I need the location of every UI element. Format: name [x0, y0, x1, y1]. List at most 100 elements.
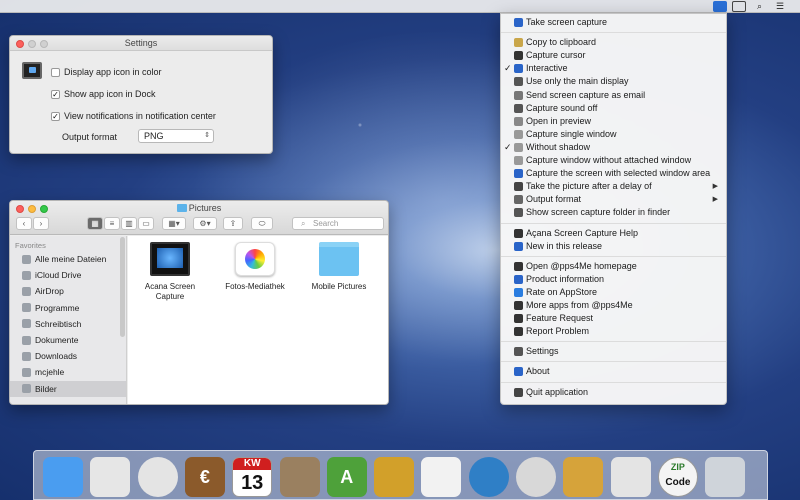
sidebar-item-icloud-drive[interactable]: iCloud Drive	[10, 267, 126, 283]
info-icon	[514, 274, 523, 284]
sidebar-item-dokumente[interactable]: Dokumente	[10, 332, 126, 348]
menu-item-without-shadow[interactable]: ✓ Without shadow	[501, 141, 726, 154]
files-icon	[22, 254, 31, 264]
menu-item-capture-window-without-attached-window[interactable]: Capture window without attached window	[501, 154, 726, 167]
sidebar-item-airdrop[interactable]: AirDrop	[10, 283, 126, 299]
sidebar-item-schreibtisch[interactable]: Schreibtisch	[10, 316, 126, 332]
menu-item-more-apps-from-pps4me[interactable]: More apps from @pps4Me	[501, 299, 726, 312]
cursor-icon	[514, 301, 523, 310]
menu-item-capture-sound-off[interactable]: Capture sound off	[501, 102, 726, 115]
globe-icon[interactable]	[468, 457, 509, 497]
preview-icon	[514, 116, 523, 126]
menu-item-label: Feature Request	[526, 313, 594, 324]
menu-item-interactive[interactable]: ✓ Interactive	[501, 62, 726, 75]
sidebar-heading: Favorites	[15, 241, 46, 250]
menu-item-take-screen-capture[interactable]: Take screen capture	[501, 16, 726, 29]
list-icon[interactable]: ☰	[776, 1, 784, 12]
sidebar-scrollbar[interactable]	[120, 237, 125, 337]
menu-item-product-information[interactable]: Product information	[501, 273, 726, 286]
finder-icon[interactable]	[43, 457, 83, 497]
menu-item-take-the-picture-after-a-delay-of[interactable]: Take the picture after a delay of ▶	[501, 180, 726, 193]
menu-item-output-format[interactable]: Output format ▶	[501, 193, 726, 206]
menu-separator	[501, 32, 726, 34]
email-icon	[514, 90, 523, 100]
share-button[interactable]: ⇪	[223, 217, 243, 230]
menu-item-feature-request[interactable]: Feature Request	[501, 312, 726, 325]
option-view-notifications[interactable]: ✓ View notifications in notification cent…	[51, 110, 216, 122]
menu-item-settings[interactable]: Settings	[501, 345, 726, 358]
coverflow-view-button[interactable]: ▭	[138, 217, 154, 230]
hammer-icon[interactable]	[374, 457, 415, 497]
menu-item-capture-single-window[interactable]: Capture single window	[501, 128, 726, 141]
disk-icon[interactable]	[732, 1, 746, 12]
trash-icon[interactable]	[705, 457, 746, 497]
house-label: €	[199, 467, 210, 487]
watch-icon[interactable]	[516, 457, 556, 497]
tags-button[interactable]: ⬭	[251, 217, 273, 230]
back-button[interactable]: ‹	[16, 217, 32, 230]
search-icon: ⌕	[301, 219, 306, 228]
menu-item-a-ana-screen-capture-help[interactable]: Açana Screen Capture Help	[501, 227, 726, 240]
sidebar-item-alle-meine-dateien[interactable]: Alle meine Dateien	[10, 251, 126, 267]
sidebar-item-bilder[interactable]: Bilder	[10, 380, 126, 397]
menu-item-label: About	[526, 366, 550, 377]
menu-item-label: Quit application	[526, 386, 589, 397]
column-view-button[interactable]: ▥	[121, 217, 137, 230]
house-icon[interactable]: €	[184, 457, 225, 497]
menu-item-report-problem[interactable]: Report Problem	[501, 325, 726, 338]
calendar-week-icon[interactable]: KW 13	[232, 457, 273, 497]
forward-button[interactable]: ›	[33, 217, 49, 230]
file-item-acana-screen-capture[interactable]: Acana Screen Capture	[135, 242, 205, 302]
display-icon	[514, 77, 523, 87]
settings-title: Settings	[124, 38, 158, 48]
checkbox[interactable]: ✓	[51, 89, 60, 99]
menu-separator	[501, 255, 726, 257]
zip-code-icon[interactable]: ZIP Code	[657, 457, 698, 497]
menu-item-label: Without shadow	[526, 141, 591, 152]
action-gear-button[interactable]: ⚙▾	[193, 217, 217, 230]
menu-item-label: Capture cursor	[526, 50, 586, 61]
arrange-button[interactable]: ▦▾	[162, 217, 186, 230]
menu-item-show-screen-capture-folder-in-finder[interactable]: Show screen capture folder in finder	[501, 206, 726, 219]
option-display-icon-color[interactable]: Display app icon in color	[51, 66, 162, 78]
file-item-mobile-pictures[interactable]: Mobile Pictures	[304, 242, 374, 292]
checkbox[interactable]	[51, 67, 60, 77]
menu-item-capture-cursor[interactable]: Capture cursor	[501, 49, 726, 62]
status-menu: Take screen capture Copy to clipboard Capt…	[500, 13, 727, 405]
car-icon[interactable]	[137, 457, 178, 497]
seal-icon[interactable]	[279, 457, 320, 497]
red-car-icon[interactable]	[610, 457, 651, 497]
document-icon[interactable]	[90, 457, 131, 497]
menu-item-open-in-preview[interactable]: Open in preview	[501, 115, 726, 128]
menu-item-open-pps4me-homepage[interactable]: Open @pps4Me homepage	[501, 260, 726, 273]
monitor-icon	[150, 242, 190, 276]
search-input[interactable]: ⌕ Search	[292, 217, 384, 230]
window-icon	[514, 129, 523, 139]
sidebar-item-programme[interactable]: Programme	[10, 300, 126, 316]
calendar-week-label: KW	[233, 458, 272, 470]
menu-item-about[interactable]: About	[501, 365, 726, 378]
list-view-button[interactable]: ≡	[104, 217, 120, 230]
acana-screen-capture-icon[interactable]	[713, 1, 727, 12]
icon-view-button[interactable]: ▦	[87, 217, 103, 230]
menu-item-label: More apps from @pps4Me	[526, 300, 633, 310]
menu-item-capture-the-screen-with-selected-window-area[interactable]: Capture the screen with selected window …	[501, 167, 726, 180]
file-item-fotos-mediathek[interactable]: Fotos-Mediathek	[220, 242, 290, 292]
option-show-icon-dock[interactable]: ✓ Show app icon in Dock	[51, 88, 156, 100]
output-format-select[interactable]: PNG ⇕	[138, 129, 214, 143]
menu-item-use-only-the-main-display[interactable]: Use only the main display	[501, 75, 726, 88]
bottles-icon[interactable]	[563, 457, 604, 497]
sidebar-item-downloads[interactable]: Downloads	[10, 348, 126, 364]
menu-item-copy-to-clipboard[interactable]: Copy to clipboard	[501, 36, 726, 49]
menu-item-quit-application[interactable]: Quit application	[501, 386, 726, 399]
menu-item-new-in-this-release[interactable]: New in this release	[501, 240, 726, 253]
search-icon[interactable]: ⌕	[757, 1, 762, 12]
sidebar-item-mcjehle[interactable]: mcjehle	[10, 364, 126, 380]
checkbox[interactable]: ✓	[51, 111, 60, 121]
help-icon	[514, 228, 523, 238]
appstore-icon[interactable]: A	[326, 457, 367, 497]
menu-item-send-screen-capture-as-email[interactable]: Send screen capture as email	[501, 89, 726, 102]
calendar-icon[interactable]	[421, 457, 462, 497]
menu-item-rate-on-appstore[interactable]: Rate on AppStore	[501, 286, 726, 299]
menu-item-label: Capture sound off	[526, 102, 598, 113]
